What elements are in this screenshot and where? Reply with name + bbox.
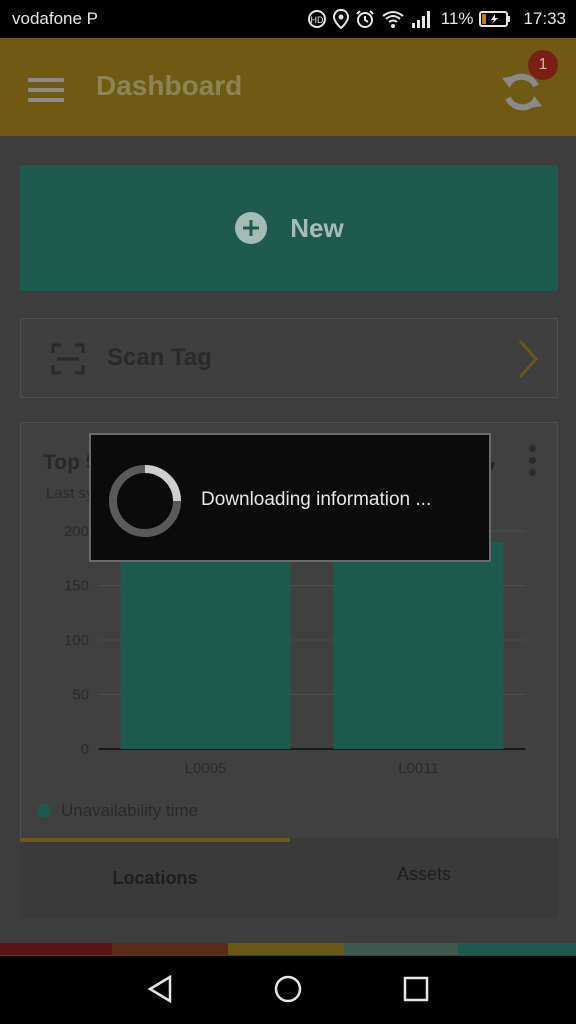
location-icon	[332, 9, 349, 29]
stripe-segment	[0, 943, 112, 955]
alarm-icon	[355, 10, 374, 28]
chart-legend: Unavailability time	[37, 801, 198, 821]
sync-button[interactable]: 1	[498, 50, 558, 120]
carrier-name: vodafone P	[12, 9, 99, 28]
stripe-segment	[228, 943, 344, 955]
scan-tag-button[interactable]: Scan Tag	[20, 318, 558, 398]
legend-label: Unavailability time	[61, 801, 198, 820]
y-tick-label: 100	[64, 632, 89, 649]
tab-bar: Locations Assets	[20, 838, 558, 918]
loading-message: Downloading information ...	[201, 489, 432, 510]
stripe-segment	[112, 943, 228, 955]
new-button[interactable]: New	[20, 165, 558, 291]
y-tick-label: 200	[64, 523, 89, 540]
y-tick-label: 50	[72, 687, 89, 704]
new-button-label: New	[290, 212, 344, 243]
add-circle-icon	[235, 212, 268, 244]
sync-badge: 1	[528, 50, 558, 80]
chevron-right-icon	[518, 340, 539, 378]
tab-assets[interactable]: Assets	[290, 838, 558, 918]
signal-icon	[411, 11, 430, 28]
svg-text:HD: HD	[310, 15, 323, 25]
app-bar: Dashboard 1	[0, 38, 576, 136]
x-tick-label: L0005	[185, 760, 227, 777]
volte-icon: HD	[307, 10, 326, 28]
status-icons: HD 11% 17:33	[307, 7, 566, 31]
status-bar: vodafone P HD 11% 17:33	[0, 0, 576, 38]
scan-frame-icon	[51, 343, 85, 375]
stripe-segment	[458, 943, 576, 955]
scan-tag-label: Scan Tag	[107, 344, 212, 371]
navigation-bar	[0, 956, 576, 1024]
loading-spinner-icon	[109, 465, 181, 537]
stripe-segment	[344, 943, 458, 955]
y-tick-label: 150	[64, 578, 89, 595]
battery-percentage: 11%	[440, 9, 474, 28]
bar	[333, 541, 504, 749]
page-title: Dashboard	[96, 70, 243, 101]
brand-stripe	[0, 943, 576, 955]
legend-swatch	[37, 804, 51, 818]
wifi-icon	[382, 11, 404, 28]
more-options-icon[interactable]	[527, 445, 537, 479]
x-tick-label: L0011	[398, 760, 439, 777]
tab-locations[interactable]: Locations	[20, 838, 290, 918]
battery-charging-icon	[479, 11, 511, 27]
home-icon[interactable]	[273, 974, 303, 1004]
y-tick-label: 0	[81, 741, 89, 758]
back-icon[interactable]	[146, 974, 176, 1004]
clock: 17:33	[523, 9, 566, 28]
menu-icon[interactable]	[28, 78, 64, 102]
recent-apps-icon[interactable]	[402, 974, 430, 1004]
loading-dialog: Downloading information ...	[89, 433, 491, 562]
bar	[120, 541, 291, 749]
